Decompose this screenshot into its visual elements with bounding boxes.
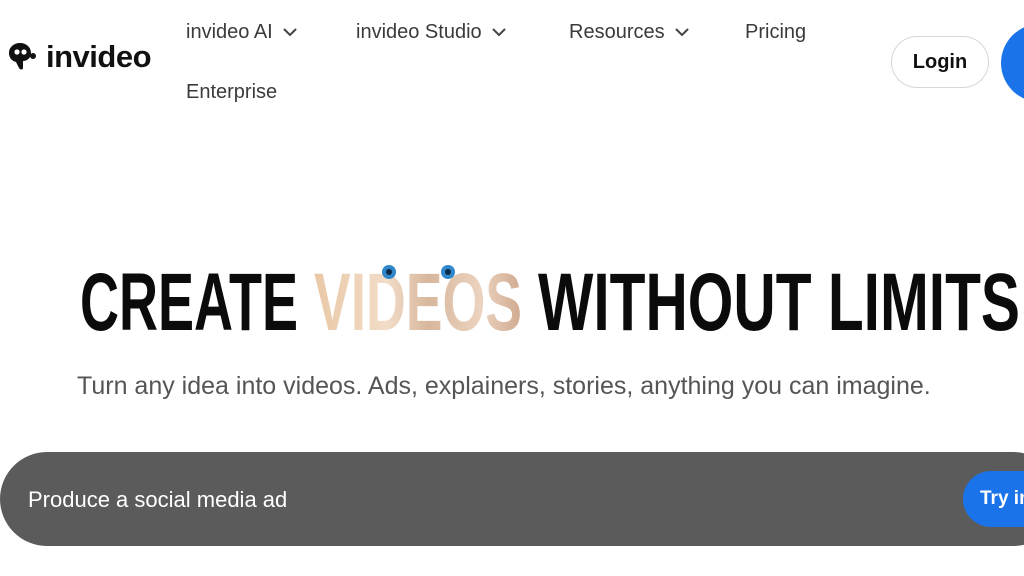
hero-subtitle: Turn any idea into videos. Ads, explaine… — [77, 372, 931, 400]
hero-title-word-create: CREATE — [80, 258, 298, 338]
invideo-logo-icon — [9, 43, 36, 70]
nav-label: Enterprise — [186, 81, 278, 103]
nav-label: invideo Studio — [356, 21, 482, 43]
nav-invideo-ai[interactable]: invideo AI — [186, 21, 297, 44]
brand-logo[interactable]: invideo — [6, 38, 152, 74]
chevron-down-icon — [283, 28, 297, 37]
nav-label: invideo AI — [186, 21, 273, 43]
chevron-down-icon — [492, 28, 506, 37]
chevron-down-icon — [675, 28, 689, 37]
nav-label: Resources — [569, 21, 665, 43]
nav-invideo-studio[interactable]: invideo Studio — [356, 21, 506, 44]
login-button[interactable]: Login — [891, 36, 989, 88]
prompt-input[interactable] — [28, 484, 728, 516]
nav-label: Pricing — [745, 21, 807, 43]
brand-name: invideo — [46, 38, 152, 74]
page: invideo invideo AI invideo Studio Resour… — [0, 0, 1024, 576]
nav-resources[interactable]: Resources — [569, 21, 689, 44]
try-invideo-ai-button[interactable]: Try invideo AI — [963, 471, 1024, 527]
hero-title-word-without-limits: WITHOUT LIMITS — [538, 258, 1020, 338]
nav-pricing[interactable]: Pricing — [745, 21, 806, 44]
signup-button[interactable] — [1001, 24, 1024, 102]
nav-enterprise[interactable]: Enterprise — [186, 81, 277, 104]
hero-title: CREATE VIDEOS WITHOUT LIMITS — [80, 258, 1020, 338]
hero-title-word-videos: VIDEOS — [314, 258, 522, 338]
